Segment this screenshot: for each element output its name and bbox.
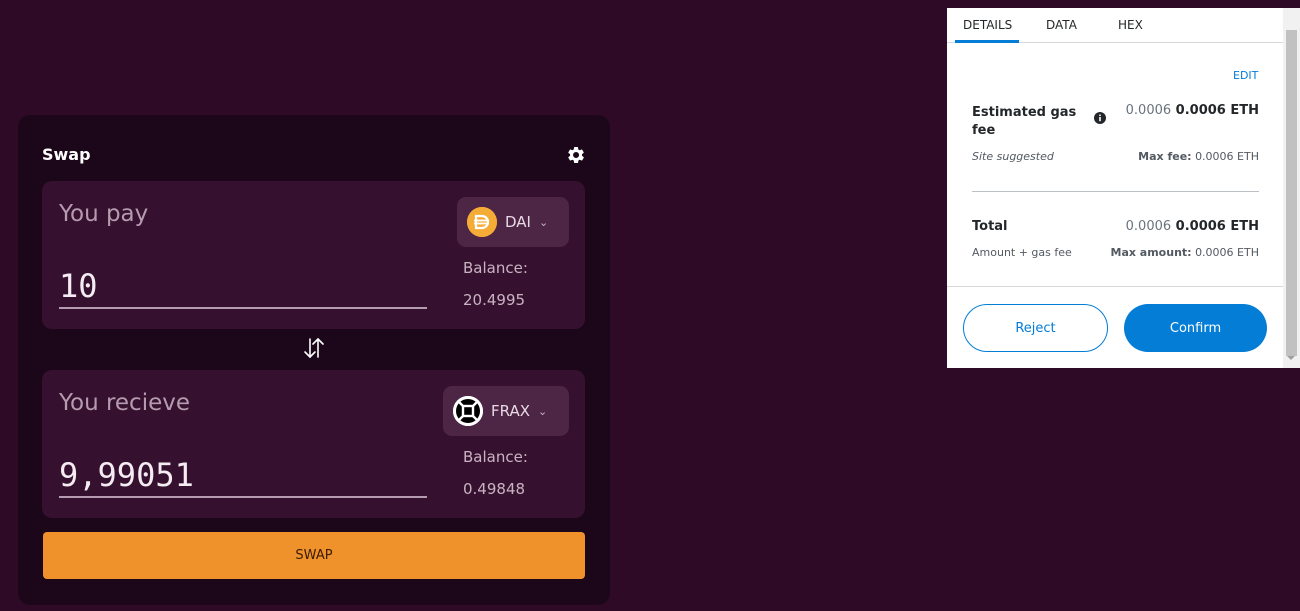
tab-hex[interactable]: HEX [1118,18,1143,32]
total-light: 0.0006 [1125,219,1172,234]
total-bold: 0.0006 ETH [1175,219,1259,234]
gas-fee-light: 0.0006 [1125,103,1172,118]
chevron-down-icon: ⌄ [537,404,548,418]
receive-panel: You recieve FRAX ⌄ Balance: 0.49848 [42,370,585,518]
swap-button[interactable]: SWAP [43,532,585,579]
max-fee-value: 0.0006 ETH [1195,150,1259,163]
popup-top-strip [947,0,1300,8]
pay-balance-label: Balance: [463,259,528,277]
max-fee-label: Max fee: [1138,150,1192,163]
max-fee-row: Max fee: 0.0006 ETH [1087,150,1259,163]
swap-card: Swap You pay DAI ⌄ Balance: 20.4995 [18,115,610,605]
scrollbar-thumb[interactable] [1286,30,1297,356]
gas-fee-label: Estimated gas fee [972,105,1077,138]
receive-amount-input[interactable] [59,454,427,498]
amount-gas-label: Amount + gas fee [972,246,1072,259]
swap-title: Swap [42,145,91,164]
gas-fee-values: 0.0006 0.0006 ETH [1087,103,1259,118]
total-label: Total [972,219,1008,234]
receive-token-name: FRAX [491,402,530,420]
max-amount-row: Max amount: 0.0006 ETH [1087,246,1260,259]
confirm-popup: DETAILS DATA HEX EDIT Estimated gas fee … [947,0,1300,368]
receive-balance-label: Balance: [463,448,528,466]
tab-data[interactable]: DATA [1046,18,1077,32]
pay-label: You pay [59,201,149,227]
confirm-button[interactable]: Confirm [1124,304,1267,352]
tab-details[interactable]: DETAILS [963,18,1012,32]
max-amount-label: Max amount: [1110,246,1192,259]
receive-label: You recieve [59,390,191,416]
gas-fee-bold: 0.0006 ETH [1175,103,1259,118]
receive-balance-value: 0.49848 [463,480,526,498]
reject-button[interactable]: Reject [963,304,1108,352]
chevron-down-icon: ⌄ [538,215,549,229]
gear-icon[interactable] [566,145,586,165]
pay-panel: You pay DAI ⌄ Balance: 20.4995 [42,181,585,329]
scroll-down-arrow-icon[interactable] [1287,356,1295,360]
popup-scrollbar[interactable] [1283,8,1300,368]
details-divider [972,191,1259,192]
site-suggested-label: Site suggested [972,150,1054,163]
edit-gas-link[interactable]: EDIT [1233,69,1258,82]
max-amount-value: 0.0006 ETH [1195,246,1259,259]
swap-arrows-icon[interactable] [301,336,327,360]
footer-divider [947,286,1283,287]
total-values: 0.0006 0.0006 ETH [1087,219,1259,234]
popup-tabs: DETAILS DATA HEX [947,8,1283,43]
pay-token-select[interactable]: DAI ⌄ [457,197,569,247]
frax-icon [453,396,483,426]
pay-amount-input[interactable] [59,265,427,309]
pay-balance-value: 20.4995 [463,291,526,309]
dai-icon [467,207,497,237]
pay-token-name: DAI [505,213,531,231]
receive-token-select[interactable]: FRAX ⌄ [443,386,569,436]
active-tab-indicator [955,40,1019,43]
